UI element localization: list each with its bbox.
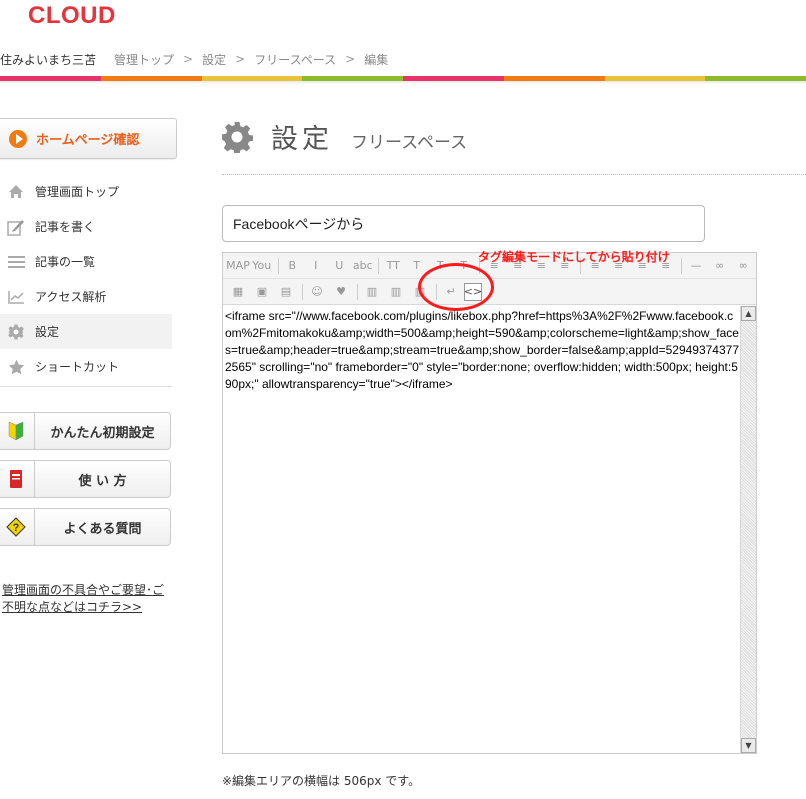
toolbar-separator — [302, 283, 303, 300]
support-link[interactable]: 管理画面の不具合やご要望･ご不明な点などはコチラ>> — [2, 582, 170, 616]
breadcrumb-admin-top[interactable]: 管理トップ — [114, 51, 174, 68]
sidebar-item-write-article[interactable]: 記事を書く — [0, 209, 172, 244]
editor-content[interactable]: <iframe src="//www.facebook.com/plugins/… — [224, 306, 739, 753]
breadcrumb-free-space[interactable]: フリースペース — [254, 51, 336, 68]
gear-icon — [222, 121, 253, 153]
editor-width-note: ※編集エリアの横幅は 506px です。 — [222, 774, 421, 788]
toolbar-button-icon[interactable]: B — [281, 256, 303, 276]
toolbar-button-icon[interactable]: ∞ — [732, 256, 754, 276]
toolbar-button-icon[interactable]: ☺ — [306, 282, 328, 302]
page-subtitle: フリースペース — [351, 133, 468, 153]
sidebar-item-label: 設定 — [35, 325, 60, 339]
page-title-text: 設定 — [271, 124, 333, 155]
toolbar-button-icon[interactable]: ▥ — [385, 282, 407, 302]
sidebar-item-label: ショートカット — [35, 360, 120, 374]
toolbar-separator — [277, 257, 279, 274]
toolbar-button-icon[interactable]: You — [251, 256, 273, 276]
toolbar-button-icon[interactable]: U — [328, 256, 350, 276]
list-icon — [7, 253, 25, 271]
homepage-check-button[interactable]: ホームページ確認 — [0, 118, 177, 159]
toolbar-separator — [681, 257, 683, 274]
sidebar-item-label: アクセス解析 — [35, 290, 107, 304]
toolbar-button-icon[interactable]: ▤ — [275, 282, 297, 302]
gear-icon — [7, 323, 25, 341]
sidebar-item-shortcut[interactable]: ショートカット — [0, 349, 172, 384]
annotation-circle — [418, 263, 494, 311]
toolbar-button-icon[interactable]: ▥ — [361, 282, 383, 302]
header-shadow — [0, 81, 806, 84]
page-title: 設定 フリースペース — [221, 117, 467, 156]
title-divider — [222, 174, 806, 175]
breadcrumb: 住みよいまち三苫 管理トップ > 設定 > フリースペース > 編集 — [0, 44, 806, 74]
book-icon — [0, 461, 35, 497]
sidebar-item-settings[interactable]: 設定 — [0, 314, 172, 349]
breadcrumb-separator: > — [183, 52, 194, 66]
sidebar-item-label: 記事を書く — [35, 220, 96, 234]
toolbar-separator — [357, 283, 358, 300]
question-icon: ? — [0, 509, 35, 545]
breadcrumb-settings[interactable]: 設定 — [202, 51, 226, 68]
toolbar-button-icon[interactable]: — — [685, 256, 707, 276]
rich-text-editor: MAP You B I Uabc TT T T T ≡ ≡ ≡ ≡ ≡ ≡ ≡ ≡ — ∞ ∞ ▦ ▣ ▤ ☺ ♥ ▥ ▥ ▥ ↵ <>… — [222, 252, 757, 754]
breadcrumb-edit: 編集 — [364, 52, 389, 67]
toolbar-button-icon[interactable]: ▦ — [227, 282, 249, 302]
chart-icon — [7, 288, 25, 306]
easy-setup-button[interactable]: かんたん初期設定 — [0, 412, 171, 450]
toolbar-button-icon[interactable]: I — [305, 256, 327, 276]
beginner-mark-icon — [0, 413, 35, 449]
play-icon — [9, 129, 27, 148]
site-name[interactable]: 住みよいまち三苫 — [0, 51, 96, 68]
sidebar-item-label: 管理画面トップ — [35, 185, 120, 199]
toolbar-button-icon[interactable]: ▣ — [251, 282, 273, 302]
cloud-logo[interactable]: CLOUD — [28, 2, 116, 30]
toolbar-button-icon[interactable]: TT — [382, 256, 404, 276]
how-to-use-label: 使 い 方 — [78, 473, 127, 489]
free-space-title-input[interactable] — [222, 205, 705, 242]
how-to-use-button[interactable]: 使 い 方 — [0, 460, 171, 498]
homepage-check-label: ホームページ確認 — [36, 133, 140, 148]
toolbar-separator — [378, 257, 380, 274]
breadcrumb-separator: > — [235, 52, 246, 66]
sidebar-item-access-analysis[interactable]: アクセス解析 — [0, 279, 172, 314]
toolbar-button-icon[interactable]: MAP — [226, 256, 250, 276]
annotation-text: タグ編集モードにしてから貼り付け — [478, 250, 670, 264]
sidebar-item-article-list[interactable]: 記事の一覧 — [0, 244, 172, 279]
faq-label: よくある質問 — [63, 521, 142, 537]
sidebar-item-admin-top[interactable]: 管理画面トップ — [0, 174, 172, 209]
svg-text:?: ? — [12, 522, 19, 534]
star-icon — [7, 358, 25, 376]
breadcrumb-separator: > — [345, 52, 356, 66]
scroll-down-arrow-icon[interactable]: ▼ — [741, 738, 756, 753]
toolbar-button-icon[interactable]: abc — [352, 256, 374, 276]
edit-icon — [7, 218, 25, 236]
sidebar-item-label: 記事の一覧 — [35, 255, 96, 269]
toolbar-button-icon[interactable]: ♥ — [330, 282, 352, 302]
editor-scrollbar[interactable]: ▲ ▼ — [740, 306, 756, 753]
toolbar-button-icon[interactable]: ∞ — [709, 256, 731, 276]
sidebar-menu: 管理画面トップ 記事を書く 記事の一覧 アクセス解析 設定 ショートカット — [0, 174, 172, 384]
home-icon — [7, 183, 25, 201]
scroll-up-arrow-icon[interactable]: ▲ — [741, 306, 756, 321]
sidebar-divider — [0, 386, 172, 387]
faq-button[interactable]: ? よくある質問 — [0, 508, 171, 546]
easy-setup-label: かんたん初期設定 — [50, 425, 155, 441]
